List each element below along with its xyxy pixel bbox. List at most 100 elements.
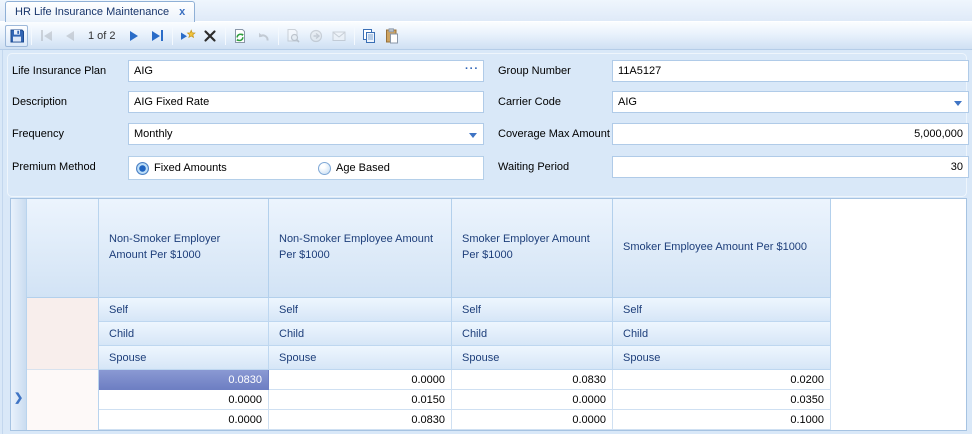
grid-cell[interactable]: 0.0000 bbox=[99, 390, 269, 410]
radio-fixed-amounts[interactable]: Fixed Amounts bbox=[136, 162, 318, 175]
tier-label-self: Self bbox=[269, 298, 452, 322]
premium-method-group: Fixed Amounts Age Based bbox=[128, 156, 484, 180]
grid-cell[interactable]: 0.0830 bbox=[99, 370, 269, 390]
next-record-button[interactable] bbox=[123, 25, 146, 47]
rates-grid: ❯ Non-Smoker Employer Amount Per $1000 S… bbox=[10, 198, 967, 431]
grid-cell[interactable]: 0.0000 bbox=[452, 390, 613, 410]
description-input[interactable] bbox=[128, 91, 484, 113]
column-header: Smoker Employer Amount Per $1000 bbox=[452, 199, 613, 298]
undo-button bbox=[252, 25, 275, 47]
copy-icon bbox=[361, 28, 377, 44]
premium-method-label: Premium Method bbox=[12, 156, 124, 178]
frequency-value: Monthly bbox=[134, 128, 173, 140]
next-record-icon bbox=[130, 31, 138, 41]
record-position: 1 of 2 bbox=[81, 30, 123, 42]
grid-cell[interactable]: 0.0000 bbox=[452, 410, 613, 430]
chevron-down-icon bbox=[954, 101, 962, 106]
tier-label-self: Self bbox=[452, 298, 613, 322]
round-arrow-icon bbox=[308, 28, 324, 44]
tier-label-spouse: Spouse bbox=[269, 346, 452, 370]
save-button[interactable] bbox=[5, 25, 28, 47]
tier-label-self: Self bbox=[613, 298, 831, 322]
radio-unselected-icon bbox=[318, 162, 331, 175]
coverage-max-amount-label: Coverage Max Amount bbox=[498, 123, 610, 145]
waiting-period-label: Waiting Period bbox=[498, 156, 610, 178]
row-header-tiers bbox=[27, 298, 98, 370]
life-insurance-plan-input[interactable] bbox=[128, 60, 484, 82]
tier-label-child: Child bbox=[269, 322, 452, 346]
new-record-button[interactable] bbox=[176, 25, 199, 47]
carrier-code-label: Carrier Code bbox=[498, 91, 610, 113]
column-header: Non-Smoker Employee Amount Per $1000 bbox=[269, 199, 452, 298]
refresh-icon bbox=[232, 28, 248, 44]
toolbar-separator bbox=[172, 27, 173, 45]
life-insurance-plan-label: Life Insurance Plan bbox=[12, 60, 124, 82]
waiting-period-input[interactable] bbox=[612, 156, 969, 178]
grid-cell[interactable]: 0.0000 bbox=[99, 410, 269, 430]
delete-x-icon bbox=[202, 28, 218, 44]
grid-column-smoker-employer: Smoker Employer Amount Per $1000 Self Ch… bbox=[452, 199, 613, 430]
grid-cell[interactable]: 0.0830 bbox=[269, 410, 452, 430]
toolbar: 1 of 2 bbox=[0, 22, 972, 50]
toolbar-separator bbox=[278, 27, 279, 45]
grid-cell[interactable]: 0.1000 bbox=[613, 410, 831, 430]
paste-button[interactable] bbox=[381, 25, 404, 47]
undo-icon bbox=[255, 28, 271, 44]
radio-fixed-amounts-label: Fixed Amounts bbox=[154, 162, 227, 174]
tier-label-child: Child bbox=[613, 322, 831, 346]
tab-strip: HR Life Insurance Maintenance x bbox=[0, 0, 972, 22]
last-record-button[interactable] bbox=[146, 25, 169, 47]
frequency-dropdown[interactable]: Monthly bbox=[128, 123, 484, 145]
first-record-icon bbox=[41, 30, 52, 41]
grid-cell[interactable]: 0.0830 bbox=[452, 370, 613, 390]
toolbar-separator bbox=[354, 27, 355, 45]
grid-cell[interactable]: 0.0200 bbox=[613, 370, 831, 390]
carrier-code-dropdown[interactable]: AIG bbox=[612, 91, 969, 113]
tier-label-spouse: Spouse bbox=[99, 346, 269, 370]
carrier-code-value: AIG bbox=[618, 96, 637, 108]
paste-icon bbox=[384, 28, 400, 44]
tab-title: HR Life Insurance Maintenance bbox=[15, 6, 169, 18]
chevron-down-icon bbox=[469, 133, 477, 138]
row-header-data bbox=[27, 370, 98, 430]
email-button bbox=[328, 25, 351, 47]
coverage-max-amount-input[interactable] bbox=[612, 123, 969, 145]
first-record-button bbox=[35, 25, 58, 47]
previous-record-button bbox=[58, 25, 81, 47]
grid-column-smoker-employee: Smoker Employee Amount Per $1000 Self Ch… bbox=[613, 199, 831, 430]
radio-age-based-label: Age Based bbox=[336, 162, 390, 174]
toolbar-separator bbox=[225, 27, 226, 45]
grid-column-nonsmoker-employee: Non-Smoker Employee Amount Per $1000 Sel… bbox=[269, 199, 452, 430]
frequency-label: Frequency bbox=[12, 123, 124, 145]
print-button bbox=[305, 25, 328, 47]
tier-label-spouse: Spouse bbox=[613, 346, 831, 370]
tab-hr-life-insurance-maintenance[interactable]: HR Life Insurance Maintenance x bbox=[5, 1, 195, 22]
previous-record-icon bbox=[66, 31, 74, 41]
form-area: Life Insurance Plan ··· Group Number Des… bbox=[0, 50, 972, 434]
radio-age-based[interactable]: Age Based bbox=[318, 162, 390, 175]
grid-column-nonsmoker-employer: Non-Smoker Employer Amount Per $1000 Sel… bbox=[99, 199, 269, 430]
toolbar-separator bbox=[31, 27, 32, 45]
group-number-label: Group Number bbox=[498, 60, 610, 82]
grid-cell[interactable]: 0.0150 bbox=[269, 390, 452, 410]
row-header-column bbox=[27, 199, 99, 430]
last-record-icon bbox=[152, 30, 163, 41]
floppy-disk-icon bbox=[9, 28, 25, 44]
new-record-icon bbox=[179, 28, 196, 44]
delete-record-button[interactable] bbox=[199, 25, 222, 47]
grid-cell[interactable]: 0.0000 bbox=[269, 370, 452, 390]
lookup-ellipsis-button[interactable]: ··· bbox=[465, 63, 479, 75]
row-header-blank bbox=[27, 199, 98, 298]
tier-label-self: Self bbox=[99, 298, 269, 322]
tab-close-icon[interactable]: x bbox=[179, 6, 185, 18]
group-number-input[interactable] bbox=[612, 60, 969, 82]
description-label: Description bbox=[12, 91, 124, 113]
tier-label-child: Child bbox=[452, 322, 613, 346]
grid-cell[interactable]: 0.0350 bbox=[613, 390, 831, 410]
column-header: Smoker Employee Amount Per $1000 bbox=[613, 199, 831, 298]
document-magnifier-icon bbox=[285, 28, 301, 44]
envelope-icon bbox=[331, 28, 347, 44]
row-indicator-column: ❯ bbox=[11, 199, 27, 430]
refresh-button[interactable] bbox=[229, 25, 252, 47]
copy-button[interactable] bbox=[358, 25, 381, 47]
